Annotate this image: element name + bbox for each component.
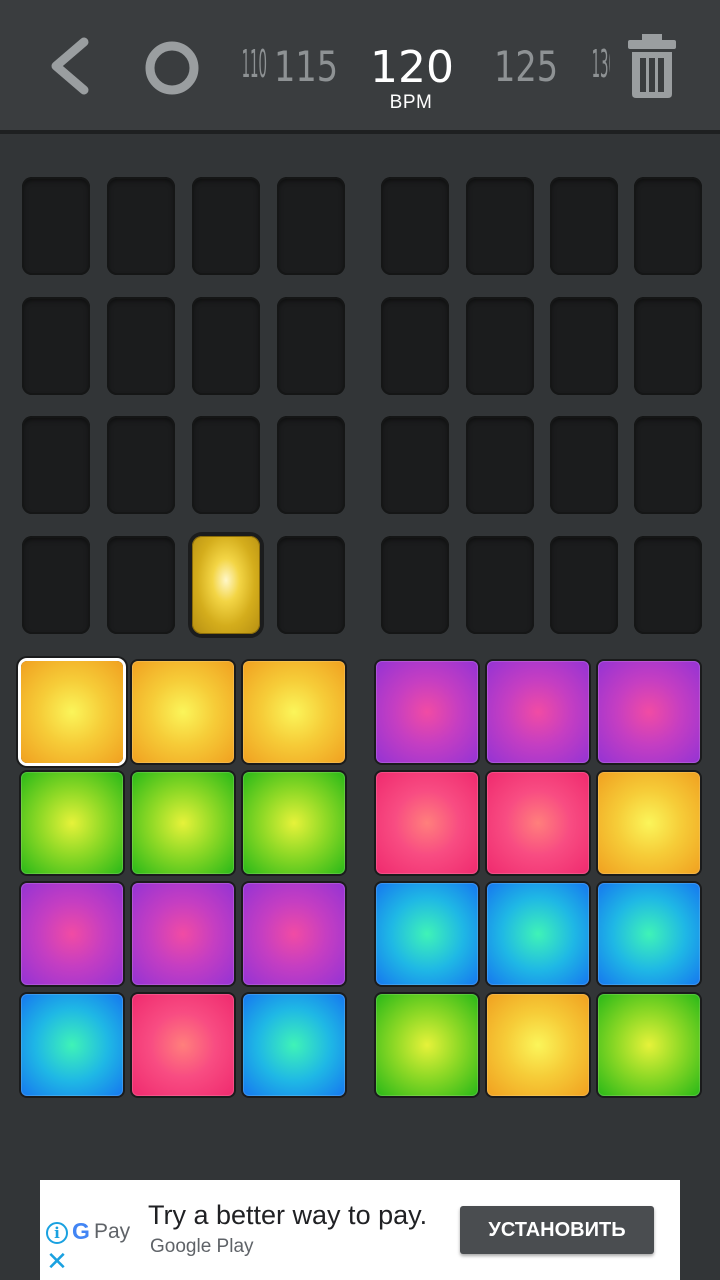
record-button[interactable] — [140, 36, 204, 100]
sequencer-step-r3-s2[interactable] — [107, 416, 175, 514]
sequencer-step-r1-s4[interactable] — [277, 177, 345, 275]
sequencer-step-r2-s4[interactable] — [277, 297, 345, 395]
left-pad-r2-c2[interactable] — [132, 772, 234, 874]
bpm-picker[interactable]: 110 115 120 125 130 BPM — [214, 30, 610, 120]
trash-icon — [628, 34, 676, 98]
back-chevron-icon — [51, 37, 89, 95]
left-pad-r1-c3[interactable] — [243, 661, 345, 763]
bpm-value-125[interactable]: 125 — [494, 42, 558, 91]
sequencer-step-r1-s2[interactable] — [107, 177, 175, 275]
right-pad-r3-c3[interactable] — [598, 883, 700, 985]
bpm-unit-label: BPM — [389, 92, 433, 113]
sequencer-step-r3-s4[interactable] — [277, 416, 345, 514]
sequencer-step-r3-s7[interactable] — [550, 416, 618, 514]
sequencer-step-r4-s1[interactable] — [22, 536, 90, 634]
sequencer-step-r4-s5[interactable] — [381, 536, 449, 634]
bpm-value-130[interactable]: 130 — [592, 42, 610, 86]
bpm-value-110[interactable]: 110 — [242, 42, 267, 86]
drum-pad-app: 110 115 120 125 130 BPM i ✕ G Pay — [0, 0, 720, 1280]
sequencer-step-r2-s5[interactable] — [381, 297, 449, 395]
sequencer-step-r3-s3[interactable] — [192, 416, 260, 514]
gpay-logo: G Pay — [72, 1218, 132, 1246]
gpay-pay-text: Pay — [94, 1220, 131, 1243]
right-pad-r3-c1[interactable] — [376, 883, 478, 985]
sequencer-step-r1-s8[interactable] — [634, 177, 702, 275]
sequencer-step-r3-s1[interactable] — [22, 416, 90, 514]
sequencer-step-r4-s4[interactable] — [277, 536, 345, 634]
sequencer-step-r2-s1[interactable] — [22, 297, 90, 395]
sequencer-step-r4-s7[interactable] — [550, 536, 618, 634]
delete-button[interactable] — [620, 32, 684, 100]
left-pad-r1-c1[interactable] — [21, 661, 123, 763]
sequencer-step-r4-s6[interactable] — [466, 536, 534, 634]
left-pad-r3-c2[interactable] — [132, 883, 234, 985]
close-icon[interactable]: ✕ — [46, 1248, 68, 1274]
right-pad-r3-c2[interactable] — [487, 883, 589, 985]
sequencer-step-r2-s6[interactable] — [466, 297, 534, 395]
sequencer-step-r3-s5[interactable] — [381, 416, 449, 514]
sequencer-step-r1-s5[interactable] — [381, 177, 449, 275]
sequencer-step-r4-s3[interactable] — [192, 536, 260, 634]
sequencer-step-r2-s2[interactable] — [107, 297, 175, 395]
top-bar: 110 115 120 125 130 BPM — [0, 0, 720, 130]
right-pad-r4-c3[interactable] — [598, 994, 700, 1096]
bpm-current-value[interactable]: 120 — [370, 42, 454, 93]
back-button[interactable] — [40, 34, 100, 98]
bpm-value-115[interactable]: 115 — [274, 42, 338, 91]
right-pad-r4-c2[interactable] — [487, 994, 589, 1096]
sequencer-step-r1-s1[interactable] — [22, 177, 90, 275]
sequencer-step-r1-s3[interactable] — [192, 177, 260, 275]
sequencer-step-r1-s7[interactable] — [550, 177, 618, 275]
left-pad-r2-c3[interactable] — [243, 772, 345, 874]
left-pad-r4-c2[interactable] — [132, 994, 234, 1096]
top-bar-divider — [0, 130, 720, 134]
sequencer-step-r3-s8[interactable] — [634, 416, 702, 514]
sequencer-step-r2-s7[interactable] — [550, 297, 618, 395]
sequencer-step-r1-s6[interactable] — [466, 177, 534, 275]
sequencer-step-r3-s6[interactable] — [466, 416, 534, 514]
sequencer-step-r2-s3[interactable] — [192, 297, 260, 395]
ad-headline[interactable]: Try a better way to pay. — [148, 1200, 427, 1231]
left-pad-r4-c1[interactable] — [21, 994, 123, 1096]
ad-banner[interactable]: i ✕ G Pay Try a better way to pay. Googl… — [40, 1180, 680, 1280]
right-pad-r2-c1[interactable] — [376, 772, 478, 874]
left-pad-r1-c2[interactable] — [132, 661, 234, 763]
right-pad-r2-c3[interactable] — [598, 772, 700, 874]
sequencer-step-r4-s8[interactable] — [634, 536, 702, 634]
right-pad-r1-c2[interactable] — [487, 661, 589, 763]
right-pad-r4-c1[interactable] — [376, 994, 478, 1096]
info-icon[interactable]: i — [46, 1222, 68, 1244]
gpay-g-letter: G — [72, 1218, 90, 1244]
right-pad-r2-c2[interactable] — [487, 772, 589, 874]
right-pad-r1-c1[interactable] — [376, 661, 478, 763]
ad-source: Google Play — [150, 1236, 254, 1257]
record-ring-icon — [145, 41, 199, 95]
right-pad-r1-c3[interactable] — [598, 661, 700, 763]
left-pad-r3-c1[interactable] — [21, 883, 123, 985]
left-pad-r2-c1[interactable] — [21, 772, 123, 874]
install-button[interactable]: УСТАНОВИТЬ — [460, 1206, 654, 1254]
sequencer-step-r4-s2[interactable] — [107, 536, 175, 634]
left-pad-r4-c3[interactable] — [243, 994, 345, 1096]
left-pad-r3-c3[interactable] — [243, 883, 345, 985]
sequencer-step-r2-s8[interactable] — [634, 297, 702, 395]
